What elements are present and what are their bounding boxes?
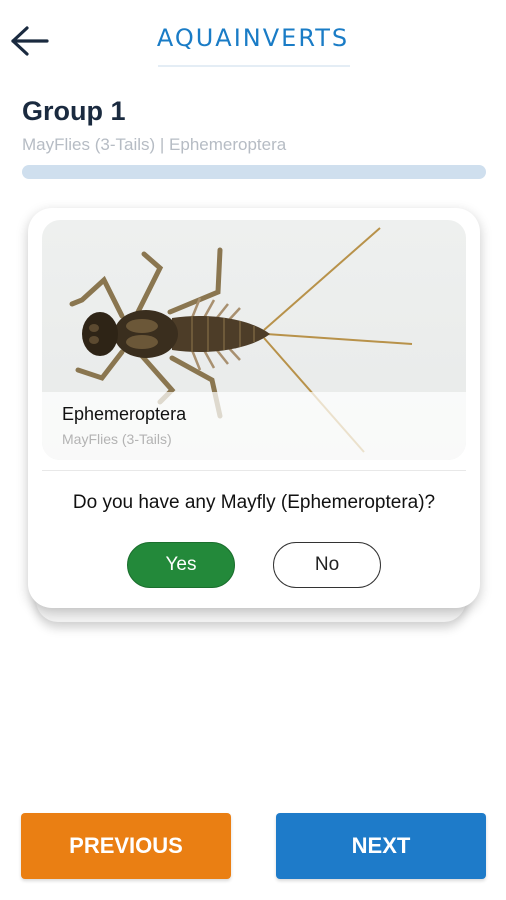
- question-text: Do you have any Mayfly (Ephemeroptera)?: [72, 492, 436, 513]
- next-button[interactable]: NEXT: [276, 813, 486, 879]
- specimen-image: Ephemeroptera MayFlies (3-Tails): [42, 220, 466, 460]
- title-underline: [158, 65, 350, 67]
- caption-title: Ephemeroptera: [62, 404, 187, 424]
- card-divider: [42, 470, 466, 471]
- yes-button[interactable]: Yes: [127, 542, 235, 588]
- caption-subtitle: MayFlies (3-Tails): [62, 431, 172, 447]
- no-button[interactable]: No: [273, 542, 381, 588]
- group-title: Group 1: [22, 96, 126, 126]
- progress-bar: [22, 165, 486, 179]
- group-subtitle: MayFlies (3-Tails) | Ephemeroptera: [22, 135, 287, 154]
- previous-button[interactable]: PREVIOUS: [21, 813, 231, 879]
- app-title: AQUAINVERTS: [156, 24, 350, 52]
- question-card: Ephemeroptera MayFlies (3-Tails) Do you …: [28, 208, 480, 608]
- image-caption: Ephemeroptera MayFlies (3-Tails): [42, 392, 466, 460]
